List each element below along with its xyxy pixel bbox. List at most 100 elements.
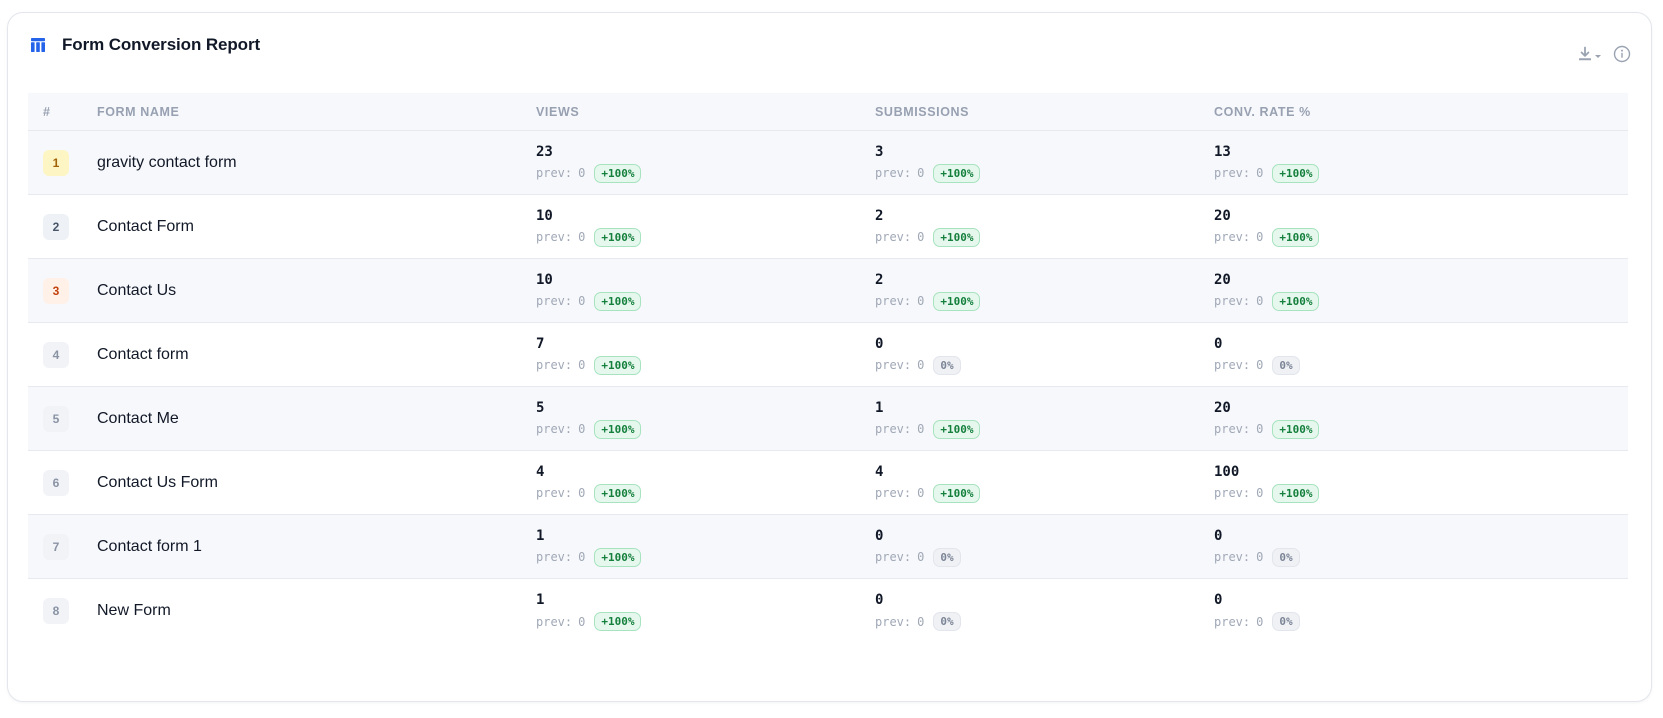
change-badge: 0% — [1272, 355, 1300, 375]
views-cell: 1 prev: 0 +100% — [536, 527, 875, 567]
table-row[interactable]: 2 Contact Form 10 prev: 0 +100% 2 prev: 0 +100% 20… — [28, 195, 1628, 259]
prev-value: 0 — [1256, 294, 1264, 308]
prev-label: prev: — [536, 486, 573, 500]
submissions-value: 0 — [875, 527, 884, 544]
rank-badge: 7 — [43, 533, 69, 560]
submissions-previous: prev: 0 +100% — [875, 163, 1214, 183]
submissions-value: 3 — [875, 143, 884, 160]
prev-label: prev: — [1214, 614, 1251, 629]
submissions-previous: prev: 0 +100% — [875, 483, 1214, 503]
submissions-previous: prev: 0 +100% — [875, 419, 1214, 439]
form-name: New Form — [97, 602, 171, 619]
conversion-rate-previous: prev: 0 0% — [1214, 355, 1628, 375]
views-previous: prev: 0 +100% — [536, 291, 875, 311]
conversion-rate-cell: 0 prev: 0 0% — [1214, 335, 1628, 375]
conversion-rate-value: 0 — [1214, 592, 1223, 608]
table-row[interactable]: 6 Contact Us Form 4 prev: 0 +100% 4 prev: 0 +100%… — [28, 451, 1628, 515]
form-name: Contact Form — [97, 217, 194, 235]
table-row[interactable]: 1 gravity contact form 23 prev: 0 +100% 3 prev:… — [28, 131, 1628, 195]
prev-value: 0 — [1256, 486, 1264, 500]
prev-value: 0 — [578, 294, 586, 308]
form-name: Contact Us Form — [97, 473, 218, 491]
conversion-rate-previous: prev: 0 0% — [1214, 547, 1628, 567]
form-name-column-header: FORM NAME — [97, 104, 180, 119]
views-value: 23 — [536, 143, 553, 160]
prev-value: 0 — [578, 230, 586, 244]
views-previous: prev: 0 +100% — [536, 483, 875, 503]
prev-value: 0 — [1256, 230, 1264, 244]
conversion-table: # FORM NAME VIEWS SUBMISSIONS CONV. RATE… — [28, 93, 1628, 643]
views-value: 1 — [536, 592, 545, 608]
table-header-row: # FORM NAME VIEWS SUBMISSIONS CONV. RATE… — [28, 93, 1628, 131]
prev-label: prev: — [1214, 422, 1251, 436]
form-name: Contact Us — [97, 281, 177, 299]
card-actions — [1577, 45, 1631, 68]
chevron-down-icon — [1593, 48, 1603, 66]
prev-value: 0 — [1256, 422, 1264, 436]
prev-label: prev: — [536, 294, 573, 308]
prev-label: prev: — [1214, 550, 1251, 564]
prev-value: 0 — [917, 486, 925, 500]
rank-column-header: # — [43, 104, 51, 119]
views-cell: 10 prev: 0 +100% — [536, 271, 875, 311]
conversion-rate-cell: 0 prev: 0 0% — [1214, 591, 1628, 631]
download-menu-button[interactable] — [1577, 46, 1603, 67]
download-icon — [1577, 46, 1593, 67]
change-badge: +100% — [1272, 483, 1320, 503]
form-name: gravity contact form — [97, 153, 237, 171]
table-body: 1 gravity contact form 23 prev: 0 +100% 3 prev:… — [28, 131, 1628, 643]
conversion-rate-value: 13 — [1214, 143, 1231, 160]
prev-label: prev: — [875, 422, 912, 436]
table-row[interactable]: 4 Contact form 7 prev: 0 +100% 0 prev: 0 0% 0 prev:… — [28, 323, 1628, 387]
change-badge: +100% — [594, 547, 642, 567]
submissions-previous: prev: 0 +100% — [875, 227, 1214, 247]
prev-value: 0 — [1256, 358, 1264, 372]
form-conversion-report-card: Form Conversion Report # FORM NAME VIEWS… — [7, 12, 1652, 702]
prev-label: prev: — [536, 166, 573, 180]
form-name-cell: Contact form 1 — [97, 538, 536, 556]
conversion-rate-cell: 0 prev: 0 0% — [1214, 527, 1628, 567]
change-badge: +100% — [594, 163, 642, 183]
submissions-cell: 0 prev: 0 0% — [875, 527, 1214, 567]
table-row[interactable]: 5 Contact Me 5 prev: 0 +100% 1 prev: 0 +100% 20 pre… — [28, 387, 1628, 451]
submissions-value: 2 — [875, 207, 884, 224]
submissions-value: 2 — [875, 271, 884, 288]
prev-value: 0 — [917, 550, 925, 564]
conversion-rate-previous: prev: 0 +100% — [1214, 227, 1628, 247]
prev-label: prev: — [1214, 486, 1251, 500]
form-name-cell: gravity contact form — [97, 154, 536, 172]
prev-value: 0 — [578, 422, 586, 436]
rank-badge: 6 — [43, 469, 69, 496]
change-badge: +100% — [933, 419, 981, 439]
prev-label: prev: — [1214, 294, 1251, 308]
prev-label: prev: — [1214, 358, 1251, 372]
change-badge: +100% — [594, 483, 642, 503]
change-badge: +100% — [1272, 419, 1320, 439]
views-cell: 4 prev: 0 +100% — [536, 463, 875, 503]
prev-value: 0 — [917, 358, 925, 372]
views-value: 10 — [536, 271, 553, 288]
table-row[interactable]: 8 New Form 1 prev: 0 +100% 0 prev: 0 0% 0 prev: 0 0% — [28, 579, 1628, 643]
views-previous: prev: 0 +100% — [536, 419, 875, 439]
views-cell: 5 prev: 0 +100% — [536, 399, 875, 439]
change-badge: 0% — [1272, 612, 1300, 631]
form-name: Contact Me — [97, 409, 179, 427]
submissions-cell: 4 prev: 0 +100% — [875, 463, 1214, 503]
prev-label: prev: — [1214, 230, 1251, 244]
submissions-previous: prev: 0 +100% — [875, 291, 1214, 311]
submissions-previous: prev: 0 0% — [875, 547, 1214, 567]
conversion-rate-value: 20 — [1214, 399, 1231, 416]
info-button[interactable] — [1613, 45, 1631, 68]
conversion-rate-previous: prev: 0 +100% — [1214, 419, 1628, 439]
views-column-header: VIEWS — [536, 104, 580, 119]
prev-label: prev: — [875, 166, 912, 180]
form-name-cell: New Form — [97, 602, 536, 620]
conversion-rate-cell: 20 prev: 0 +100% — [1214, 207, 1628, 247]
views-previous: prev: 0 +100% — [536, 227, 875, 247]
table-row[interactable]: 3 Contact Us 10 prev: 0 +100% 2 prev: 0 +100% 20 pr… — [28, 259, 1628, 323]
change-badge: +100% — [1272, 163, 1320, 183]
views-value: 1 — [536, 527, 545, 544]
table-row[interactable]: 7 Contact form 1 1 prev: 0 +100% 0 prev: 0 0% 0 pre… — [28, 515, 1628, 579]
conversion-rate-value: 100 — [1214, 463, 1240, 480]
submissions-cell: 1 prev: 0 +100% — [875, 399, 1214, 439]
